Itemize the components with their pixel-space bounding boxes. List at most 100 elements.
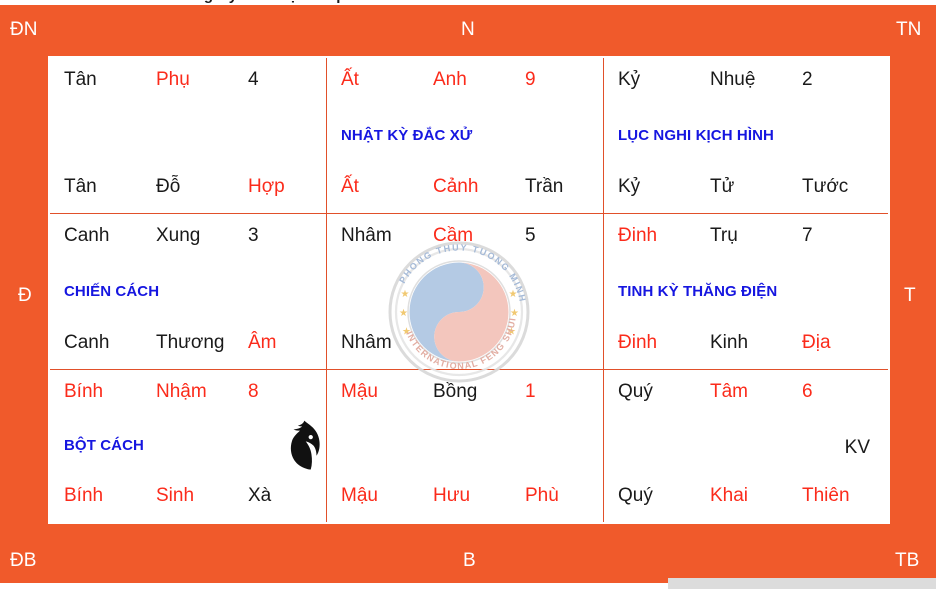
bottom-white-strip — [0, 583, 668, 589]
clipped-title-text: Bảng Kỳ Môn Độn Giáp — [175, 0, 775, 4]
qimen-palace-grid: Tân Phụ 4 Tân Đỗ Hợp Ất Anh 9 NHẬT KỲ ĐẮC XỬ Ất Cản… — [48, 56, 890, 524]
palace-bottom-field-3: Trần — [525, 176, 564, 197]
palace-bottom-field-1: Mậu — [341, 485, 378, 506]
direction-label-northwest: ĐN — [10, 19, 38, 40]
palace-formation-label: BỘT CÁCH — [64, 437, 144, 454]
palace-top-field-2: Anh — [433, 69, 467, 90]
palace-bottom-field-3: Âm — [248, 332, 277, 353]
palace-bottom-row: Quý Khai Thiên — [618, 485, 878, 510]
palace-top-field-3: 8 — [248, 381, 259, 402]
palace-bottom-field-3: Phù — [525, 485, 559, 506]
palace-cell-middle-center[interactable]: Nhâm Cầm 5 Nhâm — [327, 214, 604, 370]
palace-bottom-field-2: Cảnh — [433, 176, 479, 197]
palace-bottom-row: Tân Đỗ Hợp — [64, 176, 316, 201]
palace-top-field-2: Nhậm — [156, 381, 207, 402]
palace-top-row: Quý Tâm 6 — [618, 381, 878, 406]
palace-top-row: Canh Xung 3 — [64, 225, 316, 250]
palace-bottom-field-3: Thiên — [802, 485, 850, 506]
palace-cell-middle-left[interactable]: Canh Xung 3 CHIẾN CÁCH Canh Thương Âm — [50, 214, 327, 370]
palace-bottom-field-2: Kinh — [710, 332, 749, 353]
clipped-title-sliver: Bảng Kỳ Môn Độn Giáp — [0, 0, 936, 5]
palace-top-row: Nhâm Cầm 5 — [341, 225, 593, 250]
palace-top-field-2: Trụ — [710, 225, 738, 246]
palace-top-field-2: Xung — [156, 225, 201, 246]
palace-formation-label — [64, 125, 316, 147]
palace-top-field-1: Canh — [64, 225, 110, 246]
palace-bottom-row: Kỷ Tử Tước — [618, 176, 878, 201]
bottom-grey-slab — [668, 578, 936, 589]
palace-bottom-field-1: Đinh — [618, 332, 658, 353]
direction-label-north: N — [461, 19, 475, 40]
palace-bottom-field-1: Nhâm — [341, 332, 392, 353]
direction-label-south: B — [463, 550, 476, 571]
palace-top-field-1: Mậu — [341, 381, 378, 402]
palace-top-field-1: Tân — [64, 69, 97, 90]
palace-top-field-3: 5 — [525, 225, 536, 246]
palace-extra-tag: KV — [844, 437, 870, 458]
palace-top-row: Mậu Bồng 1 — [341, 381, 593, 406]
palace-cell-bottom-left[interactable]: Bính Nhậm 8 BỘT CÁCH Bính Sinh Xà — [50, 370, 327, 522]
palace-top-field-3: 2 — [802, 69, 813, 90]
palace-top-field-1: Ất — [341, 69, 359, 90]
palace-bottom-field-1: Quý — [618, 485, 653, 506]
palace-formation-label — [618, 435, 878, 457]
palace-top-field-3: 9 — [525, 69, 536, 90]
palace-top-field-3: 6 — [802, 381, 813, 402]
palace-bottom-field-2: Hưu — [433, 485, 471, 506]
palace-bottom-field-1: Ất — [341, 176, 359, 197]
palace-bottom-field-2: Khai — [710, 485, 749, 506]
palace-bottom-row: Đinh Kinh Địa — [618, 332, 878, 357]
palace-bottom-field-2: Sinh — [156, 485, 195, 506]
qimen-dunjia-chart-panel: ĐN N TN Đ T ĐB B TB Tân Phụ 4 Tân Đỗ Hợp Ất Anh… — [0, 0, 936, 589]
palace-top-field-3: 4 — [248, 69, 259, 90]
palace-bottom-row: Nhâm — [341, 332, 593, 357]
direction-label-southeast: TB — [895, 550, 920, 571]
palace-formation-label: CHIẾN CÁCH — [64, 282, 160, 300]
palace-bottom-field-1: Canh — [64, 332, 110, 353]
palace-bottom-field-2: Thương — [156, 332, 225, 353]
palace-formation-label: LỤC NGHI KỊCH HÌNH — [618, 126, 774, 144]
palace-cell-bottom-right[interactable]: Quý Tâm 6 Quý Khai Thiên KV — [604, 370, 888, 522]
palace-top-field-1: Nhâm — [341, 225, 392, 246]
palace-top-field-1: Đinh — [618, 225, 658, 246]
palace-bottom-field-3: Địa — [802, 332, 831, 353]
palace-cell-top-left[interactable]: Tân Phụ 4 Tân Đỗ Hợp — [50, 58, 327, 214]
palace-top-field-3: 3 — [248, 225, 259, 246]
direction-label-west: Đ — [18, 285, 32, 306]
palace-top-row: Đinh Trụ 7 — [618, 225, 878, 250]
palace-top-field-1: Kỷ — [618, 69, 641, 90]
palace-bottom-row: Ất Cảnh Trần — [341, 176, 593, 201]
palace-cell-bottom-center[interactable]: Mậu Bồng 1 Mậu Hưu Phù — [327, 370, 604, 522]
palace-cell-middle-right[interactable]: Đinh Trụ 7 TINH KỲ THĂNG ĐIỆN Đinh Kinh Địa — [604, 214, 888, 370]
palace-bottom-field-3: Tước — [802, 176, 849, 197]
direction-label-northeast: TN — [896, 19, 922, 40]
palace-bottom-field-1: Kỷ — [618, 176, 641, 197]
palace-bottom-field-3: Hợp — [248, 176, 285, 197]
palace-bottom-field-2: Tử — [710, 176, 735, 197]
palace-top-field-2: Phụ — [156, 69, 190, 90]
palace-cell-top-right[interactable]: Kỷ Nhuệ 2 LỤC NGHI KỊCH HÌNH Kỷ Tử Tước — [604, 58, 888, 214]
palace-cell-top-center[interactable]: Ất Anh 9 NHẬT KỲ ĐẮC XỬ Ất Cảnh Trần — [327, 58, 604, 214]
palace-formation-label: TINH KỲ THĂNG ĐIỆN — [618, 282, 778, 300]
palace-top-row: Kỷ Nhuệ 2 — [618, 69, 878, 94]
palace-formation-label — [341, 435, 593, 457]
palace-top-row: Ất Anh 9 — [341, 69, 593, 94]
direction-label-southwest: ĐB — [10, 550, 37, 571]
palace-bottom-field-1: Bính — [64, 485, 104, 506]
palace-bottom-row: Mậu Hưu Phù — [341, 485, 593, 510]
palace-top-field-1: Bính — [64, 381, 104, 402]
palace-top-field-3: 7 — [802, 225, 813, 246]
palace-formation-label: NHẬT KỲ ĐẮC XỬ — [341, 126, 473, 144]
palace-top-field-2: Bồng — [433, 381, 478, 402]
direction-label-east: T — [904, 285, 916, 306]
palace-top-row: Bính Nhậm 8 — [64, 381, 316, 406]
palace-top-row: Tân Phụ 4 — [64, 69, 316, 94]
palace-top-field-2: Tâm — [710, 381, 748, 402]
palace-formation-label — [341, 281, 593, 303]
palace-bottom-field-2: Đỗ — [156, 176, 181, 197]
palace-bottom-row: Canh Thương Âm — [64, 332, 316, 357]
palace-top-field-3: 1 — [525, 381, 536, 402]
palace-bottom-field-3: Xà — [248, 485, 272, 506]
palace-top-field-2: Cầm — [433, 225, 474, 246]
palace-bottom-row: Bính Sinh Xà — [64, 485, 316, 510]
